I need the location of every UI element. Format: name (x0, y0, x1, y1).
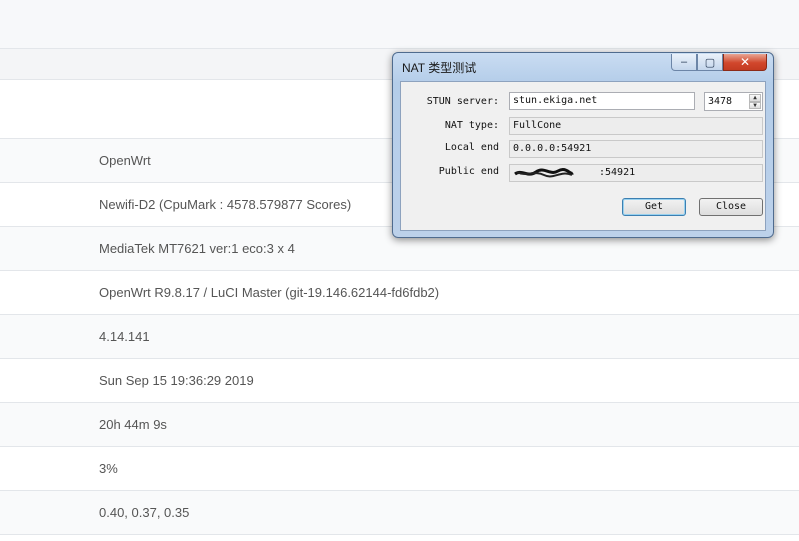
close-button[interactable]: Close (699, 198, 763, 216)
stun-port-input[interactable]: 3478 ▲ ▼ (704, 92, 763, 111)
minimize-button[interactable]: – (671, 54, 697, 71)
load-average-value: 0.40, 0.37, 0.35 (99, 505, 190, 520)
minimize-icon: – (680, 56, 688, 68)
stun-server-label: STUN server: (426, 96, 499, 107)
local-end-field: 0.0.0.0:54921 (509, 140, 763, 158)
spin-down-icon[interactable]: ▼ (749, 101, 761, 109)
uptime-value: 20h 44m 9s (99, 417, 167, 432)
cpu-usage-value: 3% (99, 461, 118, 476)
close-window-button[interactable]: ✕ (723, 54, 767, 71)
window-controls: – ▢ ✕ (671, 54, 767, 71)
stun-server-input[interactable]: stun.ekiga.net (509, 92, 695, 110)
dialog-client: STUN server: stun.ekiga.net 3478 ▲ ▼ NAT… (400, 81, 766, 231)
nat-test-dialog: NAT 类型测试 – ▢ ✕ STUN server: stun.ekiga.n… (392, 52, 774, 238)
local-end-label: Local end (444, 142, 499, 153)
port-spinner: ▲ ▼ (749, 94, 761, 109)
table-row: 0.40, 0.37, 0.35 (0, 491, 799, 535)
table-row: 3% (0, 447, 799, 491)
get-button[interactable]: Get (622, 198, 686, 216)
spin-up-icon[interactable]: ▲ (749, 94, 761, 102)
table-row: 4.14.141 (0, 315, 799, 359)
public-end-field: :54921 (509, 164, 763, 182)
dialog-title: NAT 类型测试 (402, 61, 477, 75)
model-value: Newifi-D2 (CpuMark : 4578.579877 Scores) (99, 197, 352, 212)
table-row: OpenWrt R9.8.17 / LuCI Master (git-19.14… (0, 271, 799, 315)
dialog-titlebar[interactable]: NAT 类型测试 – ▢ ✕ (393, 53, 773, 79)
redacted-scribble (514, 167, 574, 178)
nat-type-label: NAT type: (444, 120, 499, 131)
stun-port-value: 3478 (708, 96, 733, 107)
firmware-value: OpenWrt R9.8.17 / LuCI Master (git-19.14… (99, 285, 440, 300)
table-row: Sun Sep 15 19:36:29 2019 (0, 359, 799, 403)
hostname-value: OpenWrt (99, 153, 151, 168)
public-end-port: :54921 (599, 167, 636, 178)
nat-type-field: FullCone (509, 117, 763, 135)
maximize-button[interactable]: ▢ (697, 54, 723, 71)
public-end-label: Public end (438, 166, 499, 177)
architecture-value: MediaTek MT7621 ver:1 eco:3 x 4 (99, 241, 295, 256)
maximize-icon: ▢ (704, 56, 716, 69)
table-row: 20h 44m 9s (0, 403, 799, 447)
top-bar (0, 0, 799, 49)
local-time-value: Sun Sep 15 19:36:29 2019 (99, 373, 254, 388)
close-icon: ✕ (739, 55, 751, 69)
kernel-value: 4.14.141 (99, 329, 150, 344)
